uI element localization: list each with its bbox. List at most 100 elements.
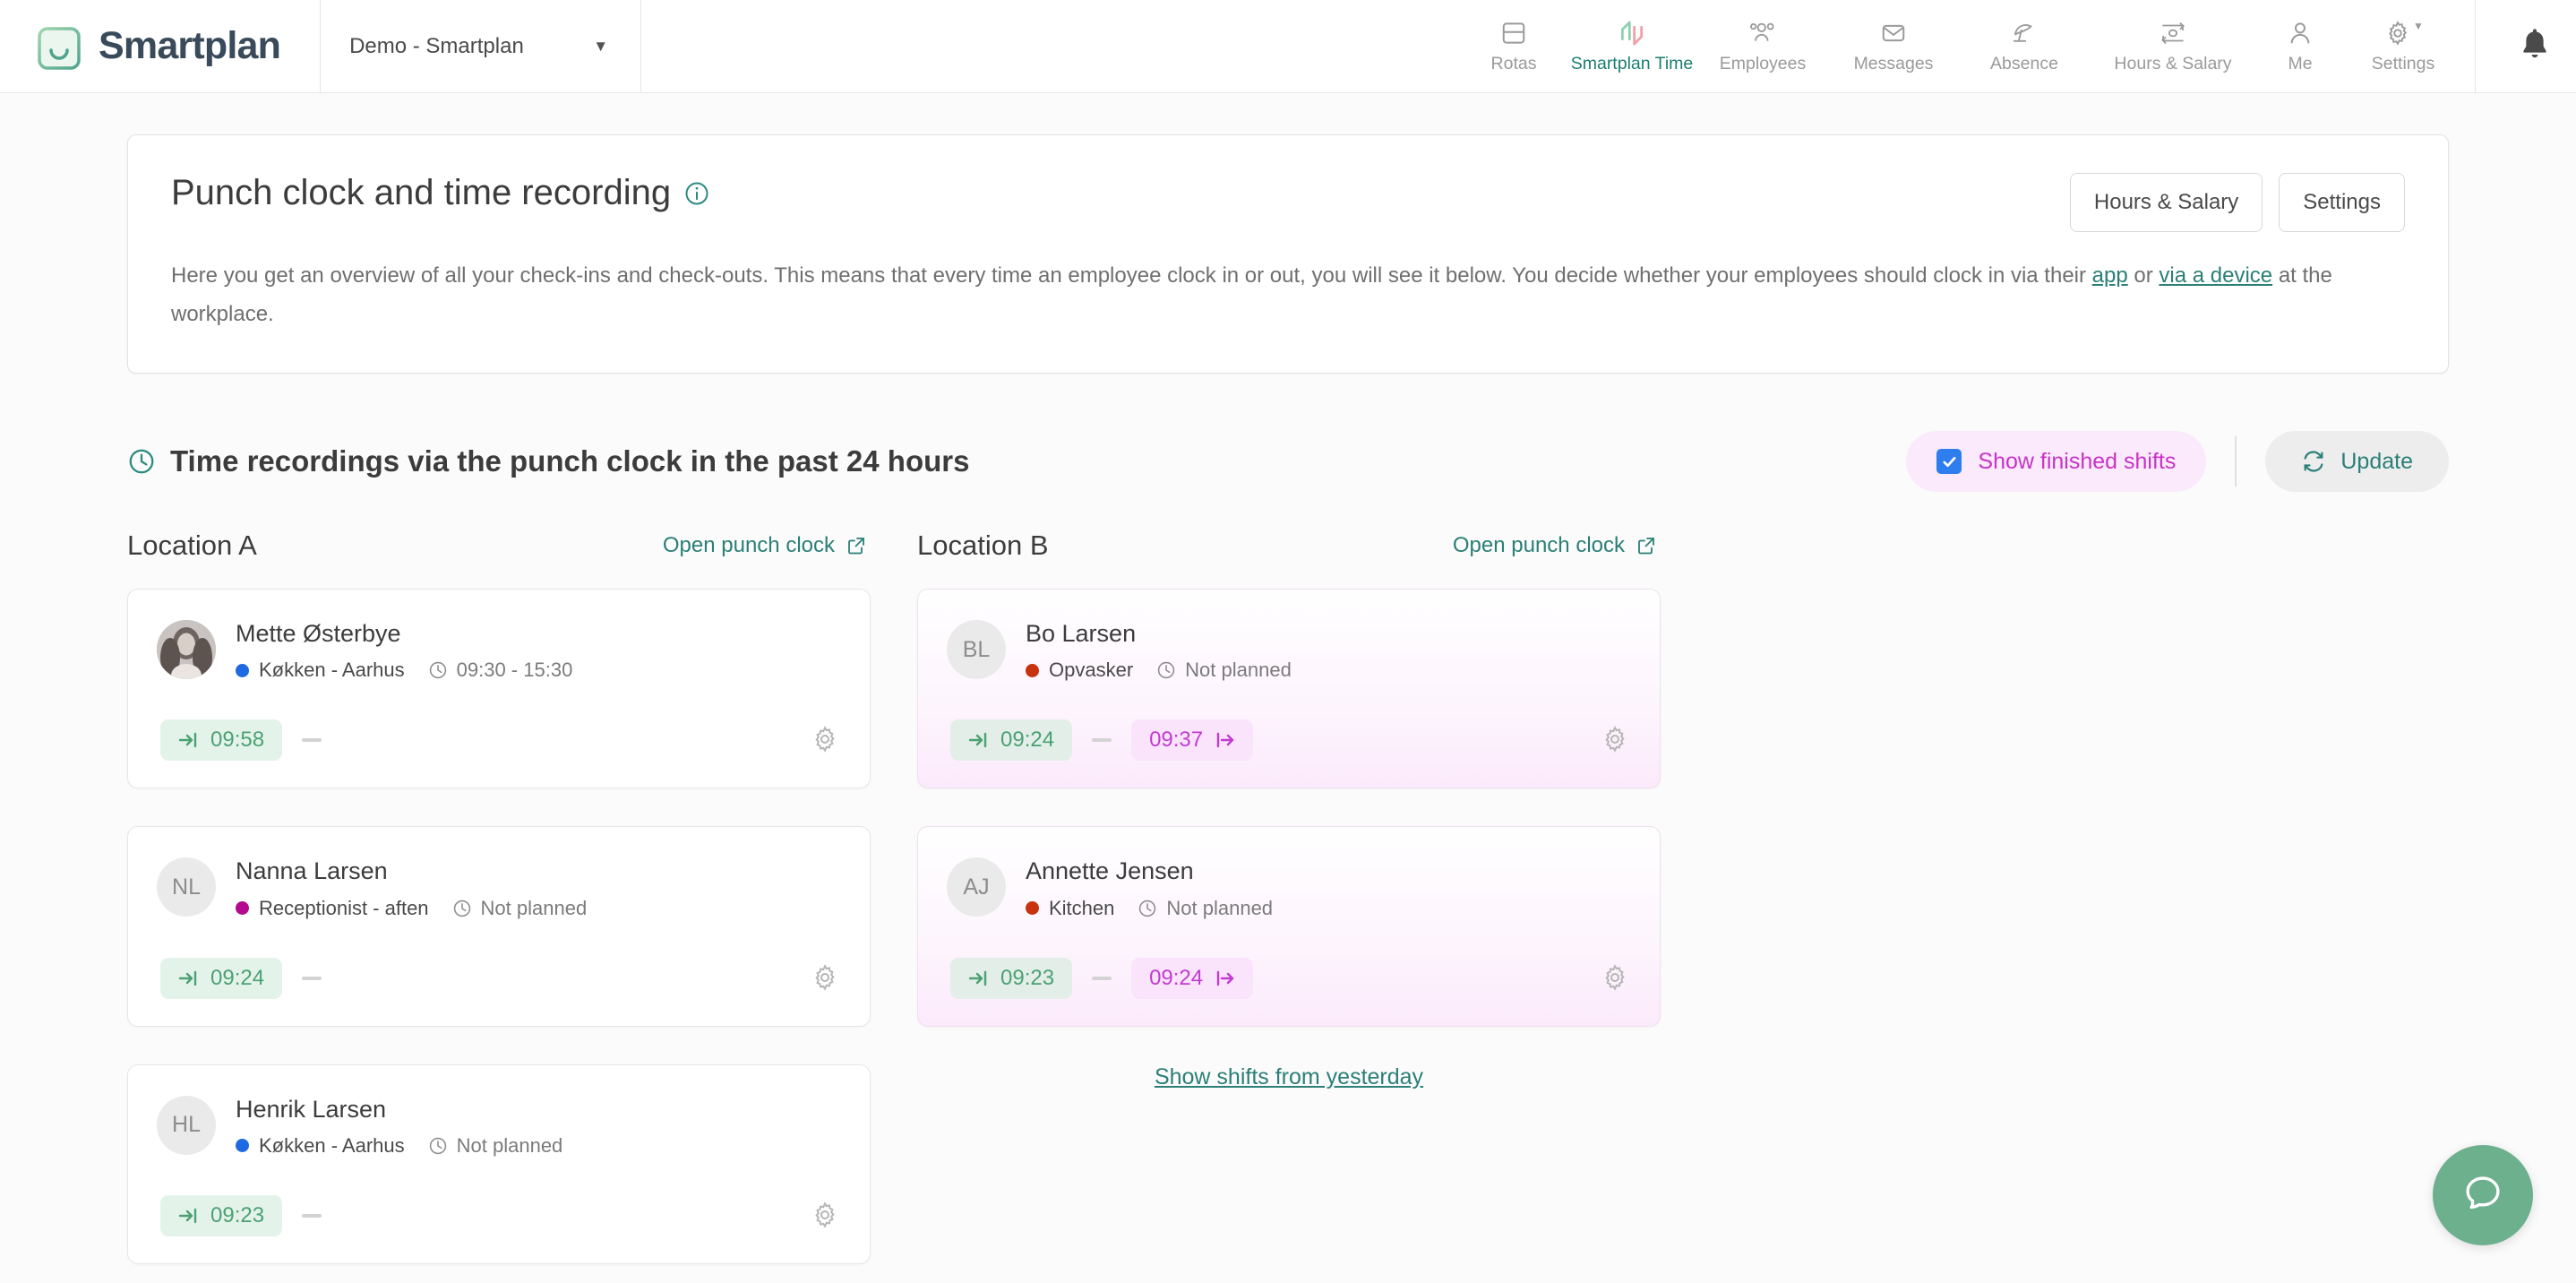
card-employee-info: Henrik Larsen Køkken - Aarhus Not planne [236,1096,562,1158]
parasol-icon [2010,19,2039,47]
planned-shift: Not planned [1138,897,1273,920]
update-button-label: Update [2340,448,2413,474]
location-a-title: Location A [127,530,257,562]
card-settings-gear-icon[interactable] [811,1201,839,1229]
time-record-card[interactable]: BL Bo Larsen Opvasker Not planned 09:24 … [917,589,1661,789]
planned-shift-text: Not planned [456,1133,563,1157]
info-circle-icon[interactable] [683,180,710,207]
check-out-badge[interactable]: 09:37 [1131,719,1254,762]
open-punch-clock-link-a[interactable]: Open punch clock [663,533,867,558]
nav-item-list: Rotas Smartplan Time Employees Messages … [1461,0,2576,93]
open-punch-clock-link-b[interactable]: Open punch clock [1453,533,1657,558]
employee-name: Mette Østerbye [236,620,401,648]
role-text: Køkken - Aarhus [259,659,405,682]
time-record-card[interactable]: NL Nanna Larsen Receptionist - aften Not… [127,826,871,1027]
punch-separator [302,1213,322,1218]
check-in-badge[interactable]: 09:24 [160,957,283,999]
employees-icon [1748,19,1777,47]
page-title-text: Punch clock and time recording [171,173,672,212]
card-settings-gear-icon[interactable] [1601,963,1629,992]
employee-name: Annette Jensen [1026,857,1194,885]
clock-icon [127,447,156,476]
check-in-arrow-icon [178,1206,200,1226]
check-in-arrow-icon [968,969,990,988]
company-selector[interactable]: Demo - Smartplan ▼ [321,0,642,92]
card-header: HL Henrik Larsen Køkken - Aarhus Not pla… [157,1095,837,1158]
card-employee-info: Mette Østerbye Køkken - Aarhus 09:30 - 1 [236,620,572,682]
check-in-badge[interactable]: 09:23 [950,957,1073,999]
check-in-badge[interactable]: 09:58 [160,719,283,762]
role-color-dot [236,1139,249,1153]
info-card-header: Punch clock and time recording Hours & S… [171,173,2405,232]
hours-salary-button[interactable]: Hours & Salary [2069,173,2263,232]
page-content: Punch clock and time recording Hours & S… [0,134,2576,1283]
smartplan-time-icon [1618,19,1646,47]
nav-item-hours-salary[interactable]: Hours & Salary [2090,0,2256,92]
card-settings-gear-icon[interactable] [1601,725,1629,753]
card-settings-gear-icon[interactable] [811,725,839,753]
update-button[interactable]: Update [2265,431,2449,493]
gear-icon: ▼ [2384,19,2424,47]
employee-meta: Receptionist - aften Not planned [236,897,587,920]
card-header: Mette Østerbye Køkken - Aarhus 09:30 - 1 [157,620,837,682]
check-in-time: 09:58 [210,728,265,753]
check-in-badge[interactable]: 09:23 [160,1194,283,1236]
time-record-card[interactable]: AJ Annette Jensen Kitchen Not planned 09… [917,826,1661,1027]
brand-logo[interactable]: Smartplan [0,0,322,92]
card-punches: 09:24 09:37 [947,719,1627,762]
nav-item-smartplan-time[interactable]: Smartplan Time [1567,0,1697,92]
check-in-badge[interactable]: 09:24 [950,719,1073,762]
via-a-device-link[interactable]: via a device [2159,263,2272,288]
employee-meta: Køkken - Aarhus 09:30 - 15:30 [236,659,572,682]
card-header: AJ Annette Jensen Kitchen Not planned [947,857,1627,919]
hours-salary-icon [2158,19,2188,47]
nav-item-messages[interactable]: Messages [1828,0,1959,92]
punch-separator [302,738,322,743]
clock-icon [452,899,472,918]
nav-item-label: Settings [2371,53,2435,73]
nav-item-rotas[interactable]: Rotas [1461,0,1567,92]
show-shifts-from-yesterday-link[interactable]: Show shifts from yesterday [917,1064,1661,1090]
info-card-actions: Hours & Salary Settings [2069,173,2405,232]
role-color-dot [1026,901,1039,916]
envelope-icon [1880,19,1907,47]
show-finished-shifts-toggle[interactable]: Show finished shifts [1906,431,2207,493]
nav-item-settings[interactable]: ▼ Settings [2344,0,2462,92]
employee-meta: Kitchen Not planned [1026,897,1273,920]
rota-board-icon [1500,19,1527,47]
notifications-button[interactable] [2494,27,2576,65]
employee-meta: Opvasker Not planned [1026,659,1292,682]
app-link[interactable]: app [2092,263,2128,288]
nav-item-absence[interactable]: Absence [1959,0,2090,92]
company-selector-value: Demo - Smartplan [349,33,524,58]
card-employee-info: Annette Jensen Kitchen Not planned [1026,857,1273,919]
settings-button[interactable]: Settings [2279,173,2405,232]
locations-columns: Location A Open punch clock Mette Østerb… [127,530,2449,1283]
planned-shift-text: Not planned [480,896,588,919]
role-text: Opvasker [1049,659,1134,682]
check-in-arrow-icon [178,730,200,750]
punch-separator [1092,738,1112,743]
location-b-title: Location B [917,530,1049,562]
check-out-arrow-icon [1214,730,1235,750]
time-record-card[interactable]: HL Henrik Larsen Køkken - Aarhus Not pla… [127,1063,871,1264]
planned-shift-text: Not planned [1185,659,1292,682]
nav-item-label: Employees [1719,53,1807,73]
nav-divider [2475,0,2476,93]
card-employee-info: Nanna Larsen Receptionist - aften Not pl [236,857,587,919]
planned-shift: Not planned [1156,659,1292,682]
nav-item-label: Absence [1990,53,2058,73]
nav-item-me[interactable]: Me [2256,0,2344,92]
nav-item-employees[interactable]: Employees [1697,0,1828,92]
role-text: Receptionist - aften [259,896,429,919]
check-in-arrow-icon [178,969,200,988]
role-label: Receptionist - aften [236,897,429,920]
help-chat-button[interactable] [2433,1145,2533,1245]
avatar [157,620,216,680]
check-out-badge[interactable]: 09:24 [1131,957,1254,999]
info-body-part2: or [2127,263,2160,288]
chevron-down-icon: ▼ [2413,19,2424,32]
role-label: Køkken - Aarhus [236,1134,405,1158]
time-record-card[interactable]: Mette Østerbye Køkken - Aarhus 09:30 - 1 [127,589,871,789]
card-settings-gear-icon[interactable] [811,963,839,992]
